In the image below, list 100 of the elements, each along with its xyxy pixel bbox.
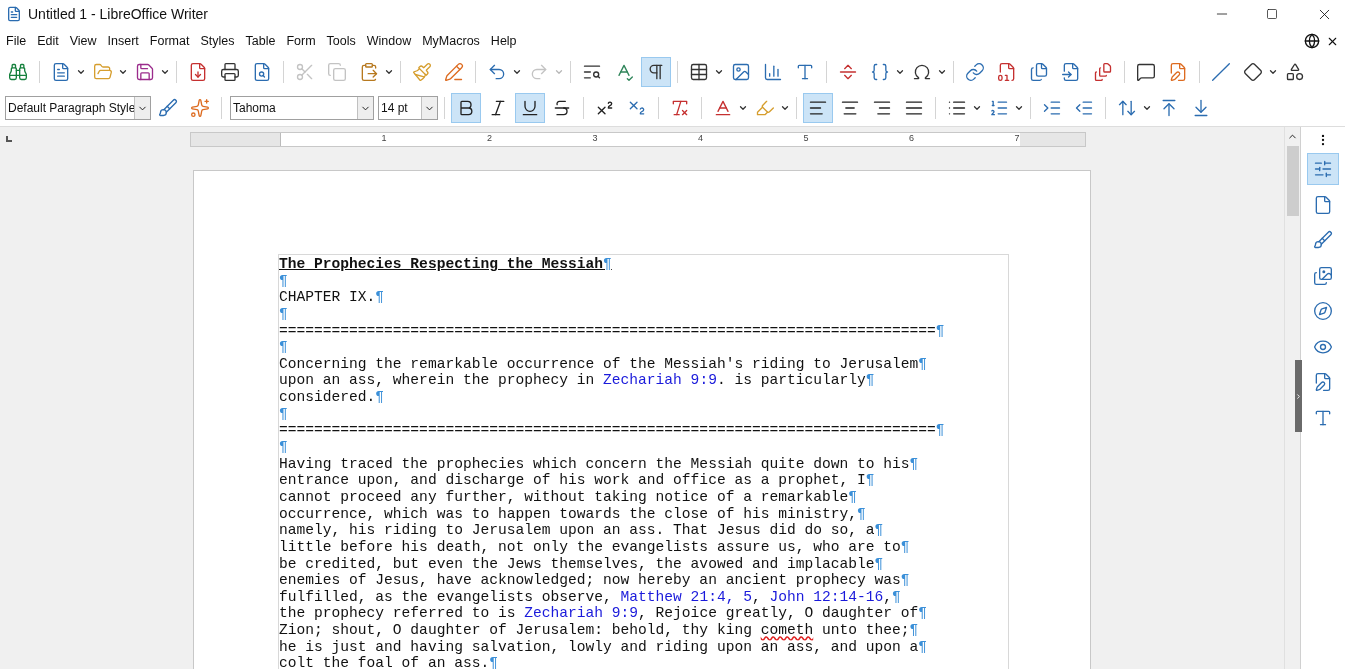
menu-item[interactable]: Styles bbox=[196, 31, 239, 51]
document-line: entrance upon, and discharge of his work and office as a prophet, I¶ bbox=[279, 472, 876, 489]
line-spacing-icon bbox=[1117, 98, 1137, 118]
update-style-icon bbox=[158, 98, 178, 118]
scripture-link[interactable]: Matthew 21:4, 5 bbox=[620, 588, 752, 605]
new-style-icon bbox=[190, 98, 210, 118]
omega-icon bbox=[912, 62, 932, 82]
page-icon bbox=[1313, 194, 1333, 215]
undo-icon bbox=[487, 62, 507, 82]
menu-item[interactable]: View bbox=[65, 31, 101, 51]
document-line: cannot proceed any further, without taking notice of a remarkable¶ bbox=[279, 488, 858, 506]
paintbrush-icon bbox=[412, 62, 432, 82]
ruler-number: 2 bbox=[487, 132, 492, 146]
toolbar-button[interactable] bbox=[451, 93, 481, 123]
bookmark-icon bbox=[1061, 62, 1081, 82]
document-line: ===========================================================================¶ bbox=[279, 422, 946, 440]
save-icon bbox=[135, 62, 155, 82]
toolbar-button[interactable] bbox=[803, 93, 833, 123]
sidebar-tab[interactable] bbox=[1307, 153, 1339, 185]
combo-value: Default Paragraph Style bbox=[7, 100, 134, 117]
menu-item[interactable]: Tools bbox=[322, 31, 360, 51]
strikethrough-icon bbox=[552, 98, 572, 118]
document-line: fulfilled, as the evangelists observe, Matthew 21:4, 5, John 12:14-16,¶ bbox=[279, 588, 902, 606]
combo-value: Tahoma bbox=[232, 100, 277, 117]
document-line: colt the foal of an ass.¶ bbox=[279, 655, 499, 669]
styles-icon bbox=[1313, 230, 1333, 250]
diamond-icon bbox=[1243, 62, 1263, 82]
combo-value: 14 pt bbox=[380, 100, 409, 117]
printer-icon bbox=[220, 62, 240, 82]
document-line: Zion; shout, O daughter of Jerusalem: behold, thy king cometh unto thee;¶ bbox=[279, 622, 920, 639]
scripture-link[interactable]: Zechariah 9:9 bbox=[524, 605, 639, 622]
menu-item[interactable]: Edit bbox=[33, 31, 63, 51]
ruler-number: 6 bbox=[909, 132, 914, 146]
menu-item[interactable]: File bbox=[2, 31, 31, 51]
menu-item[interactable]: Form bbox=[282, 31, 320, 51]
underline-icon bbox=[520, 98, 540, 118]
table-icon bbox=[689, 62, 709, 82]
document-line: ¶ bbox=[279, 305, 289, 323]
document-line: he is just and having salvation, lowly and riding upon an ass, and upon a¶ bbox=[279, 638, 929, 656]
font-color-icon bbox=[713, 98, 733, 118]
writer-document-icon bbox=[6, 6, 22, 22]
design-icon bbox=[1313, 372, 1333, 392]
redo-icon bbox=[529, 62, 549, 82]
autocorrect-icon bbox=[444, 62, 464, 82]
folder-icon bbox=[93, 62, 113, 82]
document-line: ===========================================================================¶ bbox=[279, 322, 946, 340]
binoculars-icon bbox=[8, 62, 28, 82]
menu-item[interactable]: Window bbox=[362, 31, 416, 51]
scripture-link[interactable]: Zechariah 9:9 bbox=[603, 372, 717, 389]
scrollbar[interactable] bbox=[1284, 127, 1300, 669]
tab-stop-icon[interactable] bbox=[6, 136, 12, 142]
ruler-number: 4 bbox=[698, 132, 703, 146]
menu-item[interactable]: Help bbox=[486, 31, 521, 51]
toolbar-button[interactable] bbox=[515, 93, 545, 123]
scroll-thumb[interactable] bbox=[1286, 146, 1299, 216]
sidebar-collapse-handle[interactable] bbox=[1295, 360, 1302, 432]
hyperlink-icon bbox=[965, 62, 985, 82]
footnote-icon bbox=[997, 62, 1017, 82]
field-icon bbox=[870, 62, 890, 82]
document-line: ¶ bbox=[279, 439, 289, 456]
document-heading: The Prophecies Respecting the Messiah¶ bbox=[279, 256, 613, 273]
track-changes-icon bbox=[1168, 62, 1188, 82]
endnote-icon bbox=[1029, 62, 1049, 82]
document-line: upon an ass, wherein the prophecy in Zechariah 9:9. is particularly¶ bbox=[279, 372, 876, 390]
properties-icon bbox=[1313, 159, 1333, 179]
document-line: CHAPTER IX.¶ bbox=[279, 289, 386, 306]
ruler-number: 7 bbox=[1014, 132, 1020, 146]
document-line: Concerning the remarkable occurrence of the Messiah's riding to Jerusalem¶ bbox=[279, 355, 929, 373]
document-line: little before his death, not only the evangelists assure us, who are to¶ bbox=[279, 538, 911, 556]
maximize-icon[interactable] bbox=[1266, 8, 1278, 20]
ruler-number: 3 bbox=[592, 132, 598, 146]
cross-reference-icon bbox=[1093, 62, 1113, 82]
clear-formatting-icon bbox=[670, 98, 690, 118]
gallery-icon bbox=[1313, 265, 1333, 286]
ruler-number: 1 bbox=[381, 132, 387, 146]
menu-item[interactable]: Table bbox=[241, 31, 280, 51]
image-icon bbox=[731, 62, 751, 82]
copy-icon bbox=[327, 62, 347, 82]
ruler-number: 5 bbox=[803, 132, 809, 146]
combo-box[interactable]: Tahoma bbox=[230, 96, 374, 120]
menu-item[interactable]: MyMacros bbox=[418, 31, 484, 51]
globe-icon[interactable] bbox=[1304, 33, 1320, 49]
new-document-icon bbox=[51, 62, 71, 82]
numbered-list-icon bbox=[989, 98, 1009, 118]
line-icon bbox=[1211, 62, 1231, 82]
text-box-icon bbox=[795, 62, 815, 82]
page-break-icon bbox=[838, 62, 858, 82]
document-line: ¶ bbox=[279, 405, 289, 423]
ruler[interactable]: 1 2 3 4 5 6 7 bbox=[190, 131, 1086, 147]
document-line: occurrence, which was to happen towards the close of his ministry,¶ bbox=[279, 505, 867, 523]
document-line: be credited, but even the Jews themselves, the avowed and implacable¶ bbox=[279, 555, 885, 573]
scripture-link[interactable]: John 12:14-16 bbox=[769, 588, 884, 605]
document-line: namely, his riding to Jerusalem upon an ass. That Jesus did do so, a¶ bbox=[279, 522, 885, 539]
print-preview-icon bbox=[252, 62, 272, 82]
comment-icon bbox=[1136, 62, 1156, 82]
combo-box[interactable]: Default Paragraph Style bbox=[5, 96, 151, 120]
toolbar-button[interactable] bbox=[641, 57, 671, 87]
menu-item[interactable]: Format bbox=[145, 31, 194, 51]
combo-box[interactable]: 14 pt bbox=[378, 96, 438, 120]
menu-item[interactable]: Insert bbox=[103, 31, 143, 51]
